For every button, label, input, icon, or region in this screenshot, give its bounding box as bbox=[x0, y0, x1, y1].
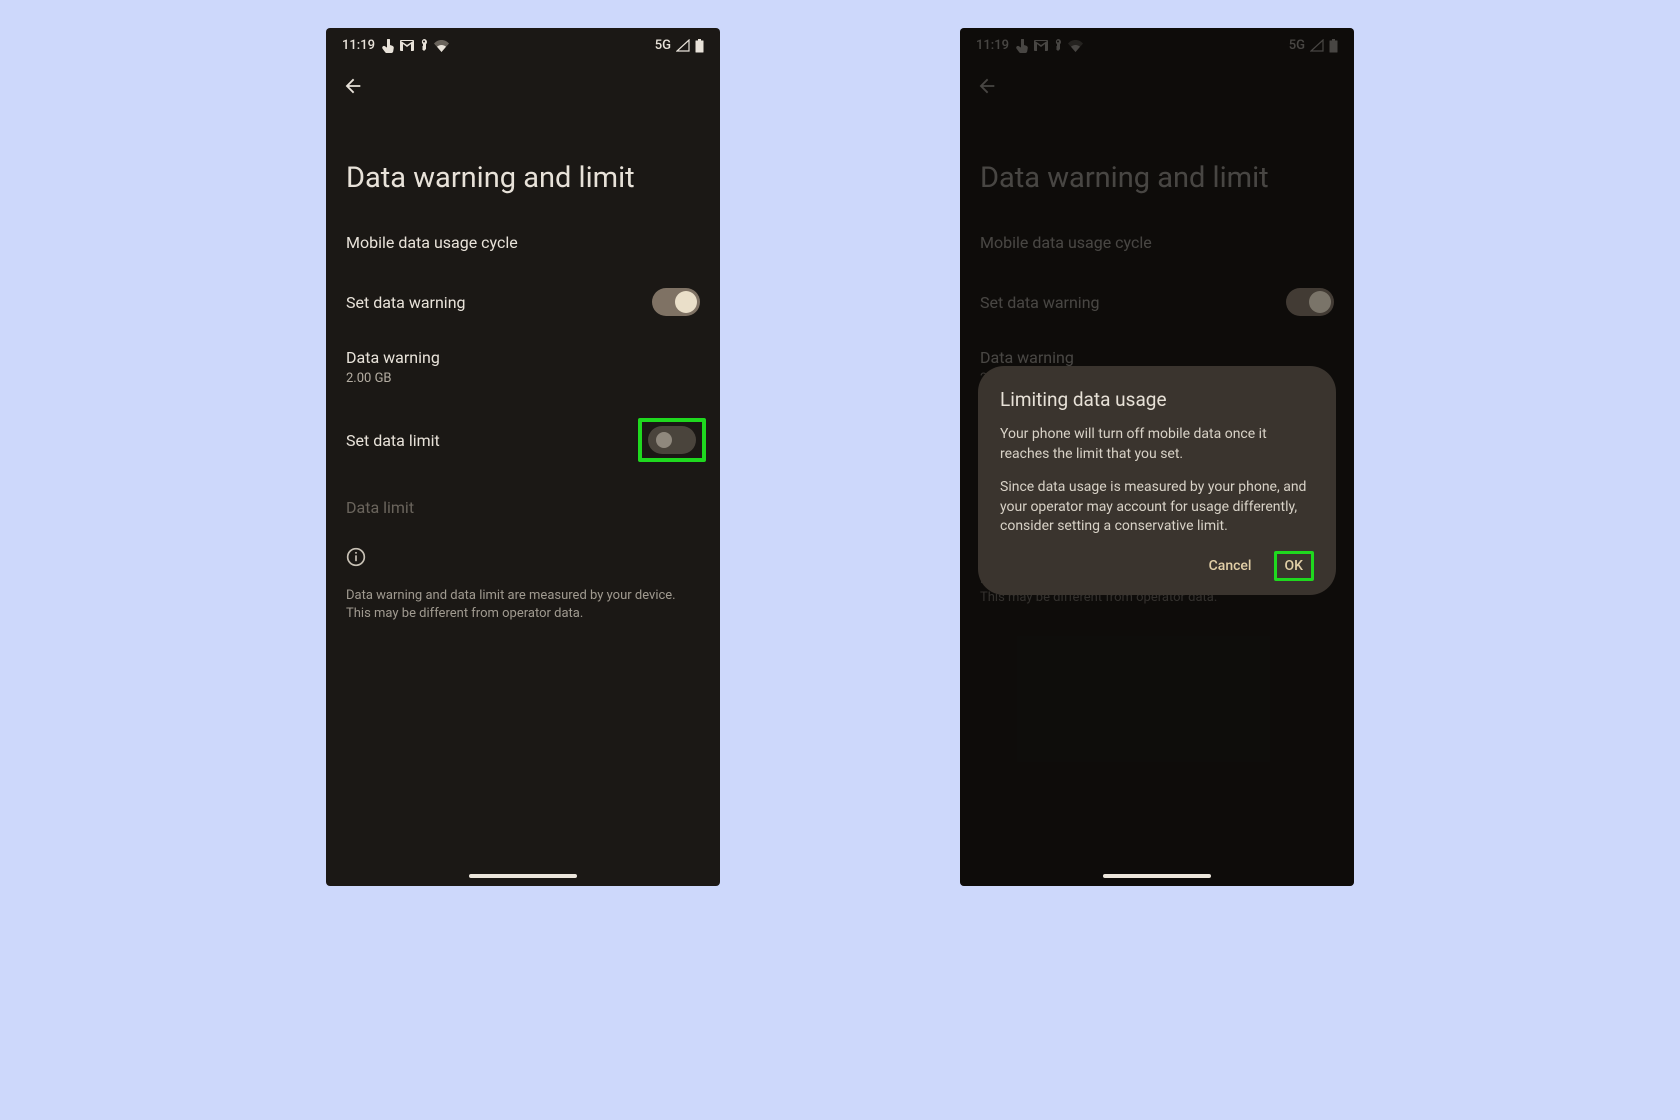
limiting-data-usage-dialog: Limiting data usage Your phone will turn… bbox=[978, 366, 1336, 595]
dialog-actions: Cancel OK bbox=[1000, 551, 1314, 581]
usage-cycle-label: Mobile data usage cycle bbox=[346, 233, 518, 252]
set-data-limit-toggle[interactable] bbox=[648, 426, 696, 454]
data-warning-label: Data warning bbox=[346, 348, 440, 367]
mobile-data-usage-cycle-row[interactable]: Mobile data usage cycle bbox=[326, 215, 720, 270]
arrow-left-icon bbox=[342, 75, 364, 97]
home-indicator[interactable] bbox=[469, 874, 577, 878]
phone-screenshot-left: 11:19 5G Data warning and limit Mobile d… bbox=[326, 28, 720, 886]
set-data-warning-toggle[interactable] bbox=[652, 288, 700, 316]
gmail-icon bbox=[400, 40, 414, 51]
data-warning-row[interactable]: Data warning 2.00 GB bbox=[326, 334, 720, 400]
set-data-warning-row[interactable]: Set data warning bbox=[326, 270, 720, 334]
ok-button[interactable]: OK bbox=[1274, 551, 1315, 581]
set-data-limit-highlight bbox=[638, 418, 706, 462]
key-icon bbox=[420, 39, 428, 53]
set-data-limit-label: Set data limit bbox=[346, 431, 440, 450]
back-button[interactable] bbox=[326, 57, 720, 109]
data-warning-value: 2.00 GB bbox=[346, 371, 440, 386]
set-data-warning-label: Set data warning bbox=[346, 293, 466, 312]
info-icon-row bbox=[326, 535, 720, 581]
home-indicator[interactable] bbox=[1103, 874, 1211, 878]
status-bar: 11:19 5G bbox=[326, 28, 720, 57]
dialog-body: Your phone will turn off mobile data onc… bbox=[1000, 425, 1314, 537]
touch-icon bbox=[382, 39, 394, 53]
data-limit-row: Data limit bbox=[326, 480, 720, 535]
dialog-paragraph-2: Since data usage is measured by your pho… bbox=[1000, 478, 1314, 537]
page-title: Data warning and limit bbox=[326, 109, 720, 215]
dialog-title: Limiting data usage bbox=[1000, 388, 1314, 411]
cancel-button[interactable]: Cancel bbox=[1205, 552, 1256, 580]
phone-screenshot-right: 11:19 5G Data warning and limit Mobile d… bbox=[960, 28, 1354, 886]
signal-icon bbox=[676, 39, 690, 52]
status-left-icons bbox=[382, 39, 449, 53]
footnote: Data warning and data limit are measured… bbox=[326, 581, 720, 623]
dialog-paragraph-1: Your phone will turn off mobile data onc… bbox=[1000, 425, 1314, 464]
wifi-icon bbox=[434, 40, 449, 52]
status-time: 11:19 bbox=[342, 38, 375, 53]
info-icon bbox=[346, 547, 366, 567]
set-data-limit-row[interactable]: Set data limit bbox=[326, 400, 720, 480]
status-network: 5G bbox=[655, 38, 671, 53]
data-limit-label: Data limit bbox=[346, 498, 414, 517]
battery-icon bbox=[695, 39, 704, 53]
